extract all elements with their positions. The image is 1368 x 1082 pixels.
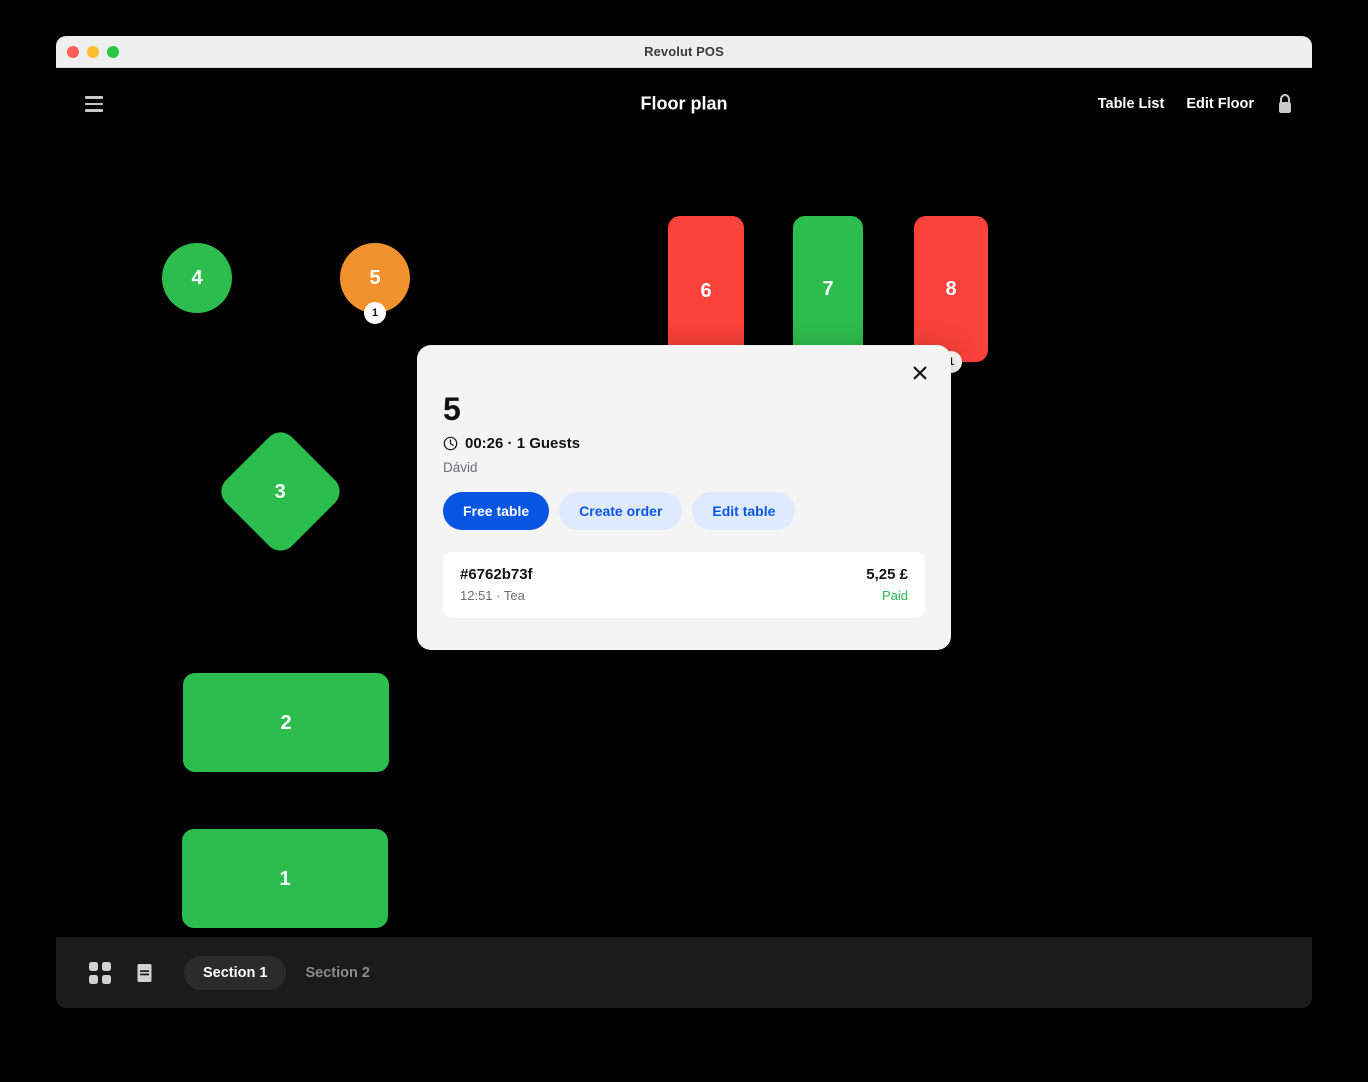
traffic-lights — [67, 45, 119, 58]
screen: Revolut POS Floor plan Table List Edit F… — [0, 0, 1368, 1082]
floor-table-4[interactable]: 4 — [162, 243, 232, 313]
table-details-modal: 5 00:26 · 1 Guests Dávid Free table Crea… — [417, 345, 951, 650]
table-5-guest-badge: 1 — [364, 302, 386, 324]
floor-table-3[interactable]: 3 — [214, 425, 347, 558]
table-number-label: 4 — [191, 267, 203, 289]
section-tabs: Section 1 Section 2 — [184, 956, 389, 990]
floor-table-1[interactable]: 1 — [182, 829, 388, 928]
order-left: #6762b73f 12:51 · Tea — [460, 566, 533, 603]
order-id: #6762b73f — [460, 566, 533, 583]
table-4-wrapper: 4 — [162, 243, 232, 313]
lock-icon[interactable] — [1276, 93, 1294, 115]
order-subtitle: 12:51 · Tea — [460, 588, 525, 603]
floor-table-7[interactable]: 7 — [793, 216, 863, 362]
table-number-label: 1 — [279, 867, 291, 890]
create-order-button[interactable]: Create order — [559, 492, 683, 530]
minimize-window-button[interactable] — [87, 45, 99, 58]
table-number-label: 8 — [945, 278, 957, 300]
table-number-label: 7 — [822, 278, 834, 300]
order-row[interactable]: #6762b73f 12:51 · Tea 5,25 £ Paid — [443, 552, 925, 618]
close-window-button[interactable] — [67, 45, 79, 58]
table-5-wrapper: 51 — [340, 243, 410, 324]
table-8-wrapper: 81 — [914, 216, 988, 373]
modal-table-number: 5 — [443, 391, 461, 427]
app-window: Revolut POS Floor plan Table List Edit F… — [56, 36, 1312, 1008]
table-number-label: 6 — [700, 280, 712, 302]
floor-table-8[interactable]: 8 — [914, 216, 988, 362]
table-7-wrapper: 7 — [793, 216, 863, 362]
table-number-label: 5 — [369, 267, 381, 289]
edit-table-button[interactable]: Edit table — [692, 492, 796, 530]
clock-icon — [443, 436, 458, 451]
section-tab-1[interactable]: Section 1 — [184, 956, 287, 990]
window-title: Revolut POS — [644, 44, 724, 59]
receipt-icon[interactable] — [122, 951, 166, 995]
modal-body: 5 00:26 · 1 Guests Dávid Free table Crea… — [417, 345, 951, 618]
modal-meta-row: 00:26 · 1 Guests — [443, 435, 925, 452]
modal-meta-text: 00:26 · 1 Guests — [465, 435, 581, 452]
grid-view-icon[interactable] — [78, 951, 122, 995]
table-list-button[interactable]: Table List — [1098, 96, 1165, 112]
table-number-label: 2 — [280, 711, 292, 734]
window-titlebar: Revolut POS — [56, 36, 1312, 68]
floor-table-2[interactable]: 2 — [183, 673, 389, 772]
table-2-wrapper: 2 — [183, 673, 389, 772]
order-amount: 5,25 £ — [866, 566, 908, 583]
order-right: 5,25 £ Paid — [866, 566, 908, 603]
floor-table-6[interactable]: 6 — [668, 216, 744, 366]
app-body: Floor plan Table List Edit Floor 4516178… — [56, 68, 1312, 1008]
table-1-wrapper: 1 — [182, 829, 388, 928]
section-tab-2[interactable]: Section 2 — [286, 956, 388, 990]
free-table-button[interactable]: Free table — [443, 492, 550, 530]
topbar-actions: Table List Edit Floor — [1098, 93, 1294, 115]
app-bottombar: Section 1 Section 2 — [56, 937, 1312, 1008]
table-6-wrapper: 61 — [668, 216, 744, 377]
close-icon[interactable] — [905, 358, 935, 388]
table-number-label: 3 — [274, 480, 287, 503]
maximize-window-button[interactable] — [107, 45, 119, 58]
order-status-badge: Paid — [881, 588, 908, 603]
app-topbar: Floor plan Table List Edit Floor — [56, 68, 1312, 140]
edit-floor-button[interactable]: Edit Floor — [1186, 96, 1254, 112]
modal-action-buttons: Free table Create order Edit table — [443, 492, 925, 530]
modal-server-name: Dávid — [443, 460, 478, 475]
table-3-wrapper: 3 — [214, 425, 347, 558]
